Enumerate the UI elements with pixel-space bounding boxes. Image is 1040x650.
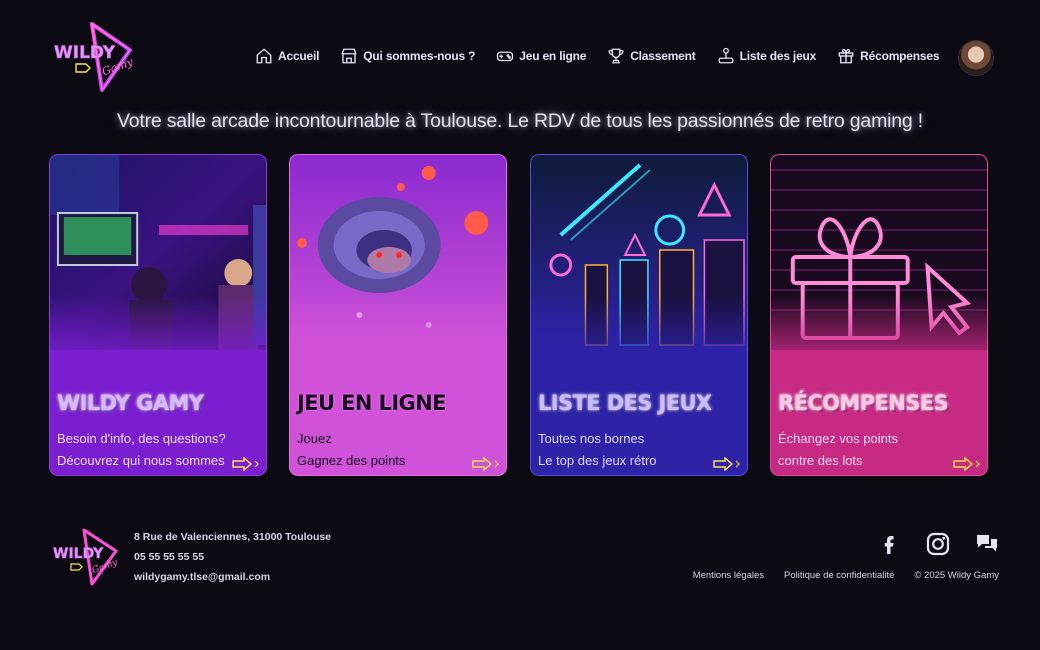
nav-item-jeu-en-ligne[interactable]: Jeu en ligne xyxy=(496,47,586,65)
copyright-text: © 2025 Wildy Gamy xyxy=(914,570,999,581)
brand-logo[interactable]: WILDY Gamy xyxy=(52,20,140,94)
nav-label: Classement xyxy=(630,49,696,63)
card-text-2: contre des lots xyxy=(778,453,863,468)
footer-logo[interactable]: WILDY Gamy xyxy=(52,527,122,587)
nav-label: Récompenses xyxy=(860,49,940,63)
footer-links: Mentions légales Politique de confidenti… xyxy=(673,570,999,581)
gift-icon xyxy=(838,48,854,64)
arrow-icon xyxy=(232,457,259,471)
card-title: Wildy Gamy xyxy=(57,391,204,415)
main-nav: Accueil Qui sommes-nous ? Jeu en ligne C… xyxy=(255,44,960,68)
chat-icon[interactable] xyxy=(974,531,1000,557)
arrow-icon xyxy=(713,457,740,471)
card-text-1: Échangez vos points xyxy=(778,431,898,446)
page-tagline: Votre salle arcade incontournable à Toul… xyxy=(117,110,923,132)
user-avatar[interactable] xyxy=(958,40,994,76)
nav-item-classement[interactable]: Classement xyxy=(607,47,696,65)
svg-text:WILDY: WILDY xyxy=(53,546,104,562)
card-title: Récompenses xyxy=(778,391,949,415)
footer-email[interactable]: wildygamy.tlse@gmail.com xyxy=(134,570,331,590)
mentions-legales-link[interactable]: Mentions légales xyxy=(693,570,764,581)
home-icon xyxy=(256,48,272,64)
card-title: Jeu en ligne xyxy=(297,391,447,415)
footer-contact: 8 Rue de Valenciennes, 31000 Toulouse 05… xyxy=(134,530,331,590)
nav-label: Liste des jeux xyxy=(739,49,817,63)
nav-item-recompenses[interactable]: Récompenses xyxy=(837,47,940,65)
joystick-icon xyxy=(718,47,734,64)
card-text-1: Besoin d'info, des questions? xyxy=(57,431,226,446)
facebook-icon[interactable] xyxy=(876,531,902,557)
gamepad-icon xyxy=(497,51,514,62)
card-text-2: Gagnez des points xyxy=(297,453,406,468)
arrow-icon xyxy=(472,457,499,471)
card-text-1: Toutes nos bornes xyxy=(538,431,645,446)
card-liste-des-jeux[interactable]: Liste des jeux Toutes nos bornes Le top … xyxy=(530,154,748,476)
instagram-icon[interactable] xyxy=(925,531,951,557)
card-text-1: Jouez xyxy=(297,431,332,446)
nav-item-qui-sommes-nous[interactable]: Qui sommes-nous ? xyxy=(340,47,475,65)
footer-address: 8 Rue de Valenciennes, 31000 Toulouse xyxy=(134,531,332,543)
nav-label: Qui sommes-nous ? xyxy=(363,49,476,63)
store-icon xyxy=(341,48,357,64)
card-wildy-gamy[interactable]: Wildy Gamy Besoin d'info, des questions?… xyxy=(49,154,267,476)
nav-label: Accueil xyxy=(278,49,320,63)
nav-item-accueil[interactable]: Accueil xyxy=(255,47,319,65)
arrow-icon xyxy=(953,457,980,471)
card-jeu-en-ligne[interactable]: Jeu en ligne Jouez Gagnez des points xyxy=(289,154,507,476)
social-links-2 xyxy=(925,531,951,557)
trophy-icon xyxy=(608,48,624,64)
card-title: Liste des jeux xyxy=(538,391,712,415)
social-links-3 xyxy=(974,531,1000,557)
card-text-2: Découvrez qui nous sommes xyxy=(57,453,225,468)
nav-item-liste-des-jeux[interactable]: Liste des jeux xyxy=(717,47,817,65)
card-recompenses[interactable]: Récompenses Échangez vos points contre d… xyxy=(770,154,988,476)
card-text-2: Le top des jeux rétro xyxy=(538,453,657,468)
svg-text:WILDY: WILDY xyxy=(54,43,116,63)
social-links xyxy=(876,531,902,557)
footer-phone[interactable]: 05 55 55 55 55 xyxy=(134,550,331,570)
nav-label: Jeu en ligne xyxy=(519,49,587,63)
privacy-policy-link[interactable]: Politique de confidentialité xyxy=(784,570,894,581)
